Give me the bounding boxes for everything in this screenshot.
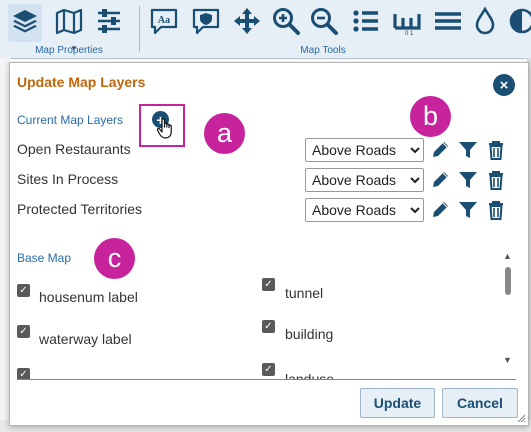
update-button[interactable]: Update — [360, 388, 435, 418]
pencil-icon — [433, 142, 448, 157]
contrast-icon — [507, 6, 531, 41]
group-label-map-tools: Map Tools — [300, 45, 346, 56]
checkbox-label: tunnel — [285, 285, 324, 301]
layer-name: Open Restaurants — [17, 141, 131, 157]
sliders-icon — [94, 6, 124, 41]
checkbox-label: landuse — [285, 371, 335, 379]
water-drop-icon — [470, 5, 500, 41]
delete-layer-button[interactable] — [485, 169, 507, 191]
filter-layer-button[interactable] — [457, 169, 479, 191]
checkbox[interactable]: ✓ — [17, 368, 30, 379]
filter-icon — [459, 142, 477, 158]
update-map-layers-dialog: Update Map Layers × Current Map Layers +… — [9, 62, 529, 426]
list-icon — [351, 6, 381, 41]
layers-icon — [10, 6, 40, 41]
base-map-list: ✓ housenum label ✓ tunnel ✓ waterway lab… — [10, 275, 526, 379]
delete-layer-button[interactable] — [485, 139, 507, 161]
dialog-title: Update Map Layers — [17, 74, 146, 90]
pencil-icon — [433, 172, 448, 187]
trash-icon — [489, 171, 503, 190]
contrast-button[interactable] — [505, 4, 531, 42]
svg-text:Aa: Aa — [158, 15, 170, 26]
checkbox[interactable]: ✓ — [17, 325, 30, 338]
layer-name: Sites In Process — [17, 171, 119, 187]
edit-layer-button[interactable] — [429, 199, 451, 221]
checkbox[interactable]: ✓ — [262, 278, 275, 291]
pan-button[interactable] — [230, 4, 264, 42]
settings-button[interactable] — [92, 4, 126, 42]
layer-row: Open Restaurants Above Roads — [10, 138, 526, 164]
base-map-scrollbar[interactable]: ▲ ▼ — [501, 249, 515, 365]
edit-layer-button[interactable] — [429, 169, 451, 191]
layer-row: Protected Territories Above Roads — [10, 198, 526, 224]
cancel-button[interactable]: Cancel — [442, 388, 518, 418]
menu-lines-icon — [433, 6, 463, 41]
layer-position-select[interactable]: Above Roads — [305, 168, 424, 192]
scroll-down-icon[interactable]: ▼ — [503, 355, 512, 365]
transparency-button[interactable] — [468, 4, 502, 42]
label-aa-icon: Aa — [149, 6, 179, 41]
hand-cursor-icon — [156, 118, 172, 139]
footer-divider — [17, 379, 516, 380]
close-button[interactable]: × — [493, 74, 515, 96]
map-icon — [54, 6, 84, 41]
annotation-marker-b: b — [410, 96, 451, 137]
layer-row: Sites In Process Above Roads — [10, 168, 526, 194]
move-arrows-icon — [232, 6, 262, 41]
trash-icon — [489, 201, 503, 220]
checkbox[interactable]: ✓ — [17, 284, 30, 297]
layers-button[interactable] — [8, 4, 42, 42]
close-icon: × — [499, 76, 509, 94]
scroll-up-icon[interactable]: ▲ — [503, 251, 512, 261]
filter-icon — [459, 202, 477, 218]
zoom-in-button[interactable] — [269, 4, 303, 42]
checkbox-label: waterway label — [39, 331, 132, 347]
measure-button[interactable]: 0 1 — [390, 4, 424, 42]
basemap-style-button[interactable] — [431, 4, 465, 42]
delete-layer-button[interactable] — [485, 199, 507, 221]
security-button[interactable] — [189, 4, 223, 42]
filter-layer-button[interactable] — [457, 139, 479, 161]
base-map-heading: Base Map — [17, 251, 72, 265]
checkbox-label: housenum label — [39, 289, 138, 305]
trash-icon — [489, 141, 503, 160]
current-layers-heading: Current Map Layers — [17, 113, 124, 127]
zoom-in-icon — [271, 6, 301, 41]
measure-ruler-icon: 0 1 — [392, 6, 422, 41]
edit-layer-button[interactable] — [429, 139, 451, 161]
zoom-out-button[interactable] — [307, 4, 341, 42]
label-button[interactable]: Aa — [147, 4, 181, 42]
shield-icon — [191, 6, 221, 41]
annotation-marker-c: c — [94, 238, 135, 279]
filter-layer-button[interactable] — [457, 199, 479, 221]
checkbox[interactable]: ✓ — [262, 363, 275, 376]
checkbox-label: building — [285, 326, 334, 342]
layer-name: Protected Territories — [17, 201, 143, 217]
legend-button[interactable] — [349, 4, 383, 42]
checkbox[interactable]: ✓ — [262, 320, 275, 333]
svg-text:0 1: 0 1 — [405, 31, 414, 36]
scroll-thumb[interactable] — [505, 267, 511, 295]
zoom-out-icon — [309, 6, 339, 41]
layer-position-select[interactable]: Above Roads — [305, 198, 424, 222]
map-tools-group: Aa 0 1 Map Tools — [139, 0, 531, 58]
ribbon-toolbar: ▼ Map Properties Aa 0 1 Map Tools — [0, 0, 531, 59]
basemap-button[interactable] — [52, 4, 86, 42]
layer-position-select[interactable]: Above Roads — [305, 138, 424, 162]
pencil-icon — [433, 202, 448, 217]
resize-grip-icon[interactable] — [516, 413, 526, 423]
filter-icon — [459, 172, 477, 188]
